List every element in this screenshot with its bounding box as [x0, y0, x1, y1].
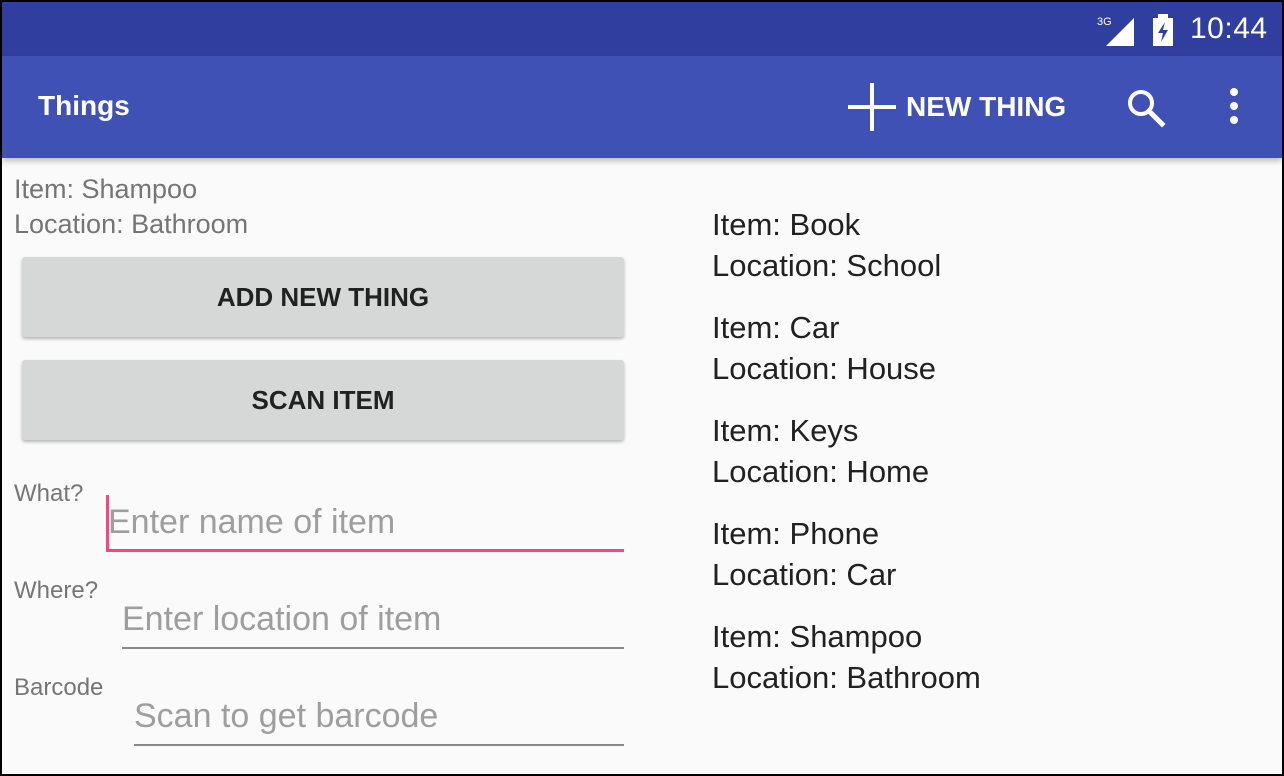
- new-thing-label: NEW THING: [906, 91, 1067, 122]
- network-type-label: 3G: [1097, 16, 1112, 28]
- list-item[interactable]: Item: Book Location: School: [712, 204, 1272, 307]
- app-bar: Things NEW THING: [2, 56, 1282, 158]
- barcode-label: Barcode: [14, 674, 104, 701]
- list-item-location: Location: Bathroom: [712, 660, 981, 695]
- more-vert-icon[interactable]: [1216, 86, 1252, 130]
- new-thing-action[interactable]: NEW THING: [848, 82, 1066, 132]
- list-item[interactable]: Item: Keys Location: Home: [712, 410, 1272, 513]
- last-item-name: Item: Shampoo: [14, 174, 198, 204]
- battery-charging-icon: [1153, 14, 1173, 46]
- list-item[interactable]: Item: Shampoo Location: Bathroom: [712, 616, 1272, 719]
- list-item-name: Item: Shampoo: [712, 619, 923, 654]
- list-item-location: Location: House: [712, 351, 937, 386]
- list-item-location: Location: Car: [712, 557, 897, 592]
- things-list: Item: Book Location: School Item: Car Lo…: [712, 204, 1272, 719]
- list-item-location: Location: Home: [712, 454, 930, 489]
- list-item-name: Item: Phone: [712, 516, 880, 551]
- plus-icon: [848, 83, 896, 131]
- list-item[interactable]: Item: Car Location: House: [712, 307, 1272, 410]
- list-item-location: Location: School: [712, 248, 942, 283]
- what-label: What?: [14, 480, 84, 507]
- app-title: Things: [38, 90, 130, 121]
- add-new-thing-button[interactable]: ADD NEW THING: [22, 257, 624, 337]
- list-item-name: Item: Book: [712, 207, 861, 242]
- item-location-input[interactable]: [122, 593, 624, 645]
- scan-item-button[interactable]: SCAN ITEM: [22, 360, 624, 440]
- search-icon[interactable]: [1124, 86, 1168, 130]
- barcode-input[interactable]: [134, 690, 624, 742]
- signal-3g-icon: 3G: [1097, 16, 1134, 46]
- status-bar: 3G 10:44: [2, 2, 1282, 56]
- item-location-underline: [122, 647, 624, 649]
- barcode-underline: [134, 744, 624, 746]
- app-screen: 3G 10:44 Things NEW THING Item: Shampoo …: [0, 0, 1284, 776]
- list-item-name: Item: Keys: [712, 413, 859, 448]
- list-item-name: Item: Car: [712, 310, 840, 345]
- item-name-input[interactable]: [108, 496, 624, 548]
- item-name-underline: [106, 549, 624, 552]
- where-label: Where?: [14, 577, 99, 604]
- status-time: 10:44: [1190, 12, 1268, 45]
- last-item-location: Location: Bathroom: [14, 209, 249, 239]
- list-item[interactable]: Item: Phone Location: Car: [712, 513, 1272, 616]
